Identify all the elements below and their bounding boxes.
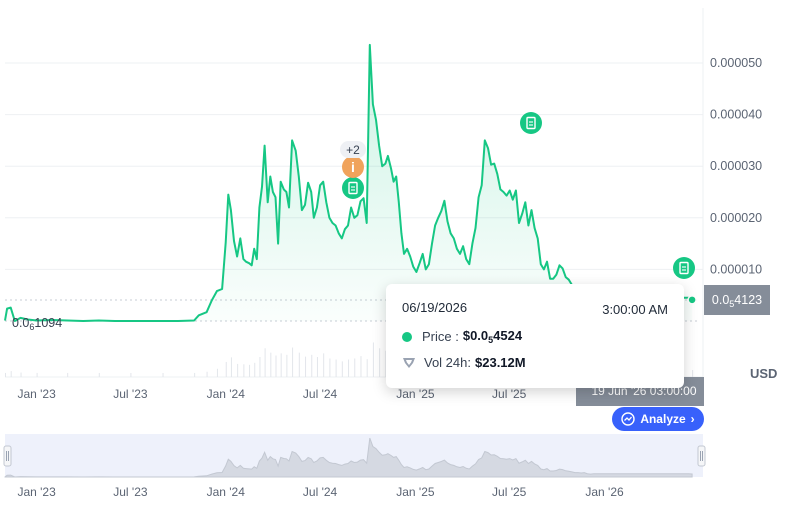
volume-bar <box>230 357 232 377</box>
chart-tooltip: 06/19/2026 3:00:00 AM Price : $0.054524 … <box>386 284 684 388</box>
x-axis-ticks: Jan '23 Jul '23 Jan '24 Jul '24 Jan '25 Jul '… <box>17 387 526 401</box>
navigator-handle-right[interactable] <box>697 445 706 467</box>
tooltip-price-label: Price : <box>422 329 459 344</box>
volume-bar <box>316 357 318 377</box>
volume-bar <box>5 372 6 377</box>
volume-bar <box>311 354 313 377</box>
volume-bar <box>298 352 300 377</box>
y-tick-label: 0.000050 <box>710 56 762 70</box>
volume-bar <box>130 373 132 377</box>
y-tick-label: 0.000040 <box>710 108 762 122</box>
annotation-count-label: +2 <box>346 143 360 157</box>
volume-bar <box>305 356 307 377</box>
navigator-tick-label: Jan '24 <box>207 485 246 499</box>
navigator-tick-label: Jan '26 <box>585 485 624 499</box>
volume-bar <box>243 364 245 377</box>
navigator-tick-label: Jul '24 <box>303 485 338 499</box>
volume-bar <box>264 348 266 377</box>
volume-bar <box>216 368 218 377</box>
first-price-label: 0.061094 <box>12 316 63 332</box>
x-tick-label: Jul '24 <box>303 387 338 401</box>
volume-bar <box>225 361 227 377</box>
news-icon[interactable] <box>673 257 695 279</box>
range-navigator <box>3 434 706 478</box>
volume-bar <box>341 361 343 377</box>
y-tick-label: 0.000010 <box>710 262 762 276</box>
analyze-icon <box>621 412 636 426</box>
x-tick-label: Jul '25 <box>492 387 527 401</box>
volume-bar <box>237 363 239 377</box>
x-tick-label: Jan '25 <box>396 387 435 401</box>
price-dot-icon <box>402 331 412 342</box>
x-tick-label: Jan '23 <box>17 387 56 401</box>
last-price-label: 0.054123 <box>704 285 770 315</box>
price-chart[interactable]: 0.000010 0.000020 0.000030 0.000040 0.000050… <box>0 0 800 512</box>
navigator-x-axis-ticks: Jan '23 Jul '23 Jan '24 Jul '24 Jan '25 Jul '… <box>17 485 624 499</box>
volume-bar <box>20 372 22 377</box>
volume-bar <box>270 352 272 377</box>
volume-bar <box>354 358 356 377</box>
last-point-marker <box>687 295 697 305</box>
navigator-handle-left[interactable] <box>3 445 12 467</box>
volume-bar <box>206 371 208 377</box>
analyze-button[interactable]: Analyze › <box>612 407 704 431</box>
volume-bar <box>366 359 368 377</box>
price-chart-widget: 0.000010 0.000020 0.000030 0.000040 0.000050… <box>0 0 800 512</box>
volume-bar <box>10 371 12 377</box>
tooltip-volume-label: Vol 24h: <box>424 355 471 370</box>
volume-bar <box>323 353 325 377</box>
volume-bar <box>98 372 100 377</box>
volume-bar <box>67 372 69 377</box>
volume-bar <box>335 359 337 377</box>
tooltip-volume-value: $23.12M <box>475 355 526 370</box>
navigator-tick-label: Jan '25 <box>396 485 435 499</box>
volume-bar <box>162 373 164 377</box>
volume-bar <box>280 353 282 377</box>
volume-bar <box>379 348 381 377</box>
volume-bar <box>259 357 261 377</box>
y-tick-label: 0.000030 <box>710 159 762 173</box>
info-icon[interactable]: i <box>342 156 364 178</box>
volume-bar <box>372 342 374 377</box>
navigator-tick-label: Jul '25 <box>492 485 527 499</box>
tooltip-volume-row: Vol 24h: $23.12M <box>402 355 526 370</box>
volume-bar <box>329 358 331 377</box>
tooltip-price-row: Price : $0.054524 <box>402 328 522 345</box>
volume-bar <box>275 355 277 377</box>
news-icon[interactable] <box>520 112 542 134</box>
volume-bar <box>360 356 362 377</box>
news-icon[interactable] <box>342 177 364 199</box>
volume-bar <box>249 364 251 377</box>
volume-bar <box>194 372 196 377</box>
chevron-right-icon: › <box>690 412 695 426</box>
currency-label: USD <box>750 366 778 381</box>
navigator-tick-label: Jul '23 <box>113 485 148 499</box>
y-tick-label: 0.000020 <box>710 211 762 225</box>
volume-bar <box>286 354 288 377</box>
x-tick-label: Jan '24 <box>207 387 246 401</box>
volume-bar <box>348 359 350 377</box>
volume-bar <box>254 362 256 377</box>
x-tick-label: Jul '23 <box>113 387 148 401</box>
navigator-tick-label: Jan '23 <box>17 485 56 499</box>
volume-icon <box>403 357 415 368</box>
y-axis-ticks: 0.000010 0.000020 0.000030 0.000040 0.000050 <box>710 56 762 276</box>
analyze-label: Analyze <box>640 412 686 426</box>
annotation-count-badge[interactable]: +2 <box>340 141 366 158</box>
volume-bar <box>692 370 694 377</box>
svg-text:i: i <box>351 159 355 175</box>
volume-bar <box>292 347 294 377</box>
tooltip-price-value: $0.054524 <box>462 328 523 345</box>
volume-bar <box>36 372 38 377</box>
tooltip-time: 3:00:00 AM <box>602 302 668 317</box>
